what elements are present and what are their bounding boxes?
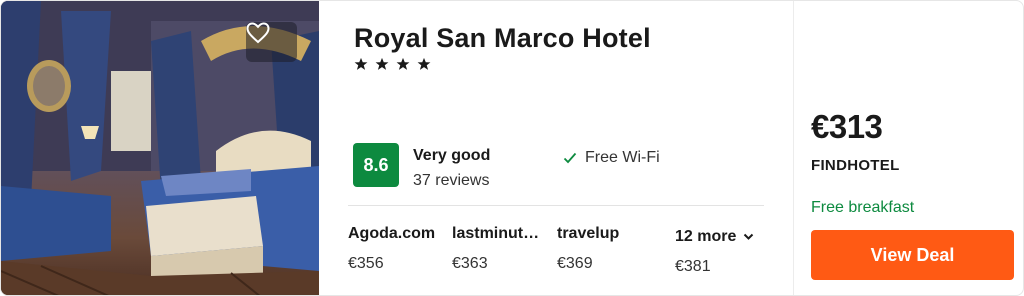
provider-name: Agoda.com	[348, 225, 436, 242]
provider-name: lastminut…	[452, 225, 540, 242]
best-price: €313	[811, 108, 883, 145]
divider	[348, 205, 764, 206]
hotel-photo[interactable]	[1, 1, 319, 295]
provider-offer[interactable]: Agoda.com €356	[348, 225, 435, 273]
provider-price: €356	[348, 255, 384, 272]
hotel-name[interactable]: Royal San Marco Hotel	[354, 23, 651, 54]
provider-price: €369	[557, 255, 593, 272]
star-icon	[417, 57, 431, 70]
deal-perk: Free breakfast	[811, 199, 915, 216]
rating-score-badge: 8.6	[353, 143, 399, 187]
rating-label: Very good	[413, 147, 491, 164]
check-icon	[563, 152, 577, 164]
star-icon	[396, 57, 410, 70]
view-deal-button[interactable]: View Deal	[811, 230, 1014, 280]
favorite-button[interactable]	[246, 22, 297, 62]
review-count[interactable]: 37 reviews	[413, 172, 489, 190]
hotel-result-card[interactable]: Royal San Marco Hotel 8.6 Very good 37 r…	[0, 0, 1024, 296]
star-icon	[375, 57, 389, 70]
provider-name: travelup	[557, 225, 620, 242]
more-providers-button[interactable]: 12 more €381	[675, 228, 754, 276]
amenity-free-wifi: Free Wi-Fi	[563, 149, 660, 167]
heart-icon	[246, 22, 270, 44]
divider	[793, 1, 794, 295]
provider-offer[interactable]: lastminut… €363	[452, 225, 539, 273]
more-providers-label: 12 more	[675, 228, 737, 245]
star-icon	[354, 57, 368, 70]
amenity-label: Free Wi-Fi	[585, 149, 660, 166]
provider-price: €363	[452, 255, 488, 272]
chevron-down-icon	[744, 233, 754, 240]
provider-offer[interactable]: travelup €369	[557, 225, 619, 273]
best-price-provider: FINDHOTEL	[811, 157, 900, 174]
more-providers-price: €381	[675, 258, 711, 275]
star-rating	[354, 57, 431, 71]
